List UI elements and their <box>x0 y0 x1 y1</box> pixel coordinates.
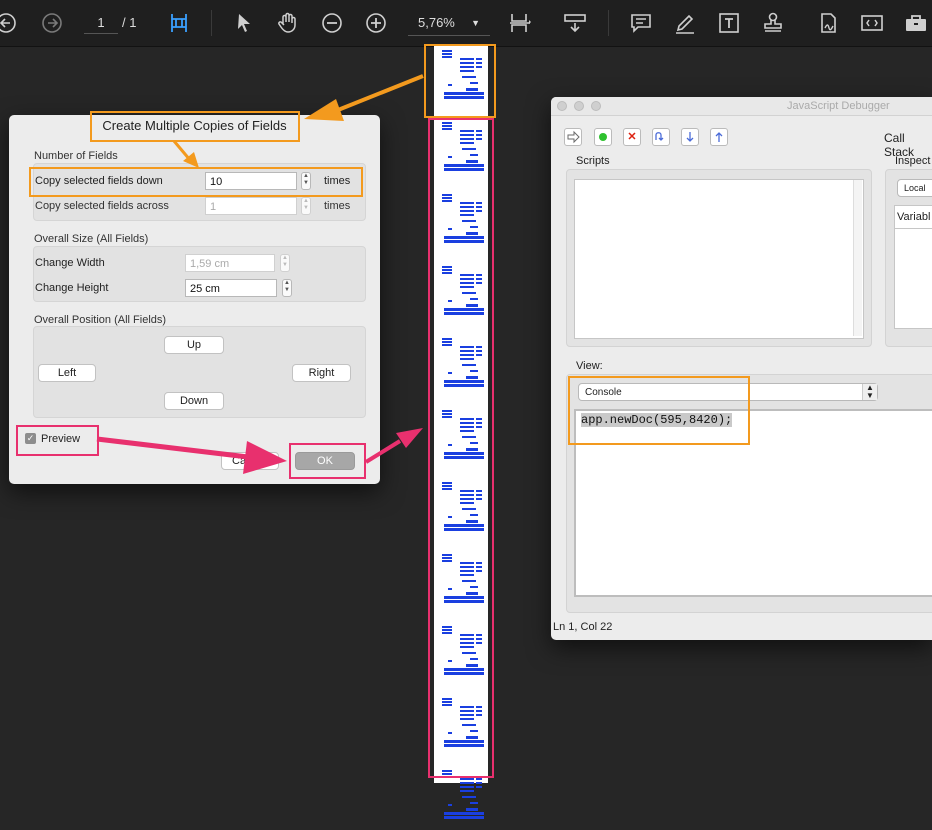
toolbar-divider <box>211 10 212 36</box>
view-label: View: <box>576 360 603 372</box>
scroll-icon[interactable] <box>563 11 587 35</box>
step-over-icon[interactable] <box>652 128 670 146</box>
highlight-icon[interactable] <box>673 11 697 35</box>
dialog-title-highlight <box>90 111 300 142</box>
chevron-down-icon: ▼ <box>471 18 480 28</box>
times-label: times <box>324 200 351 212</box>
cancel-button[interactable]: Ca <box>221 452 279 470</box>
zoom-window-icon[interactable] <box>591 101 601 111</box>
change-width-label: Change Width <box>35 257 105 269</box>
page-number-input[interactable]: 1 <box>84 13 118 34</box>
step-out-icon[interactable] <box>710 128 728 146</box>
page-display-icon[interactable] <box>508 11 532 35</box>
javascript-debugger-window: JavaScript Debugger ✕ Call Stack Scripts… <box>551 97 932 640</box>
stamp-icon[interactable] <box>761 11 785 35</box>
field-mark <box>476 778 482 780</box>
variable-column-header: Variabl <box>897 211 931 223</box>
hand-icon[interactable] <box>276 11 300 35</box>
number-of-fields-label: Number of Fields <box>34 150 118 162</box>
original-field-highlight <box>424 44 496 118</box>
field-mark <box>476 786 482 788</box>
header-divider <box>894 228 932 229</box>
scripts-label: Scripts <box>576 155 610 167</box>
field-mark <box>444 816 484 819</box>
change-height-input[interactable]: 25 cm <box>185 279 277 297</box>
zoom-out-icon[interactable] <box>320 11 344 35</box>
change-width-stepper[interactable]: ▲ ▼ <box>280 254 290 272</box>
page-total: / 1 <box>122 15 137 30</box>
chevron-up-down-icon: ▲ ▼ <box>862 384 877 400</box>
forward-icon[interactable] <box>40 11 64 35</box>
close-window-icon[interactable] <box>557 101 567 111</box>
change-height-stepper[interactable]: ▲ ▼ <box>282 279 292 297</box>
zoom-in-icon[interactable] <box>364 11 388 35</box>
zoom-select[interactable]: 5,76% ▼ <box>408 11 490 36</box>
field-mark <box>460 782 474 784</box>
field-mark <box>460 790 474 792</box>
down-button[interactable]: Down <box>164 392 224 410</box>
text-box-icon[interactable] <box>717 11 741 35</box>
right-button[interactable]: Right <box>292 364 351 382</box>
zoom-value: 5,76% <box>418 15 455 30</box>
field-mark <box>460 786 474 788</box>
variables-table[interactable] <box>894 205 932 329</box>
scripts-scrollbar[interactable] <box>853 180 862 336</box>
fit-page-icon[interactable] <box>167 11 191 35</box>
field-mark <box>444 812 484 815</box>
left-button[interactable]: Left <box>38 364 96 382</box>
scripts-list[interactable] <box>574 179 864 339</box>
copy-across-label: Copy selected fields across <box>35 200 169 212</box>
field-mark <box>448 804 452 806</box>
run-icon[interactable] <box>594 128 612 146</box>
minimize-window-icon[interactable] <box>574 101 584 111</box>
up-button[interactable]: Up <box>164 336 224 354</box>
step-arrow-icon[interactable] <box>564 128 582 146</box>
step-into-icon[interactable] <box>681 128 699 146</box>
console-highlight <box>568 376 750 445</box>
toolbox-icon[interactable] <box>904 11 928 35</box>
cursor-position-status: Ln 1, Col 22 <box>553 621 613 633</box>
overall-size-label: Overall Size (All Fields) <box>34 233 149 245</box>
field-mark <box>462 796 476 798</box>
comment-icon[interactable] <box>629 11 653 35</box>
sign-icon[interactable] <box>816 11 840 35</box>
field-mark <box>460 778 474 780</box>
copy-down-highlight <box>29 167 363 197</box>
ok-highlight <box>289 443 366 479</box>
overall-position-label: Overall Position (All Fields) <box>34 314 167 326</box>
stop-icon[interactable]: ✕ <box>623 128 641 146</box>
back-icon[interactable] <box>0 11 18 35</box>
form-field-icon[interactable] <box>860 11 884 35</box>
copy-across-input[interactable]: 1 <box>205 197 297 215</box>
field-mark <box>466 808 478 811</box>
change-height-label: Change Height <box>35 282 109 294</box>
local-select[interactable]: Local <box>897 179 932 197</box>
preview-highlight <box>16 425 99 456</box>
inspect-label: Inspect <box>895 155 931 167</box>
debugger-title: JavaScript Debugger <box>787 100 890 112</box>
field-mark <box>476 782 482 784</box>
change-width-input[interactable]: 1,59 cm <box>185 254 275 272</box>
debugger-titlebar: JavaScript Debugger <box>551 97 932 116</box>
field-mark <box>470 802 478 804</box>
copy-across-stepper[interactable]: ▲ ▼ <box>301 197 311 215</box>
toolbar-divider <box>608 10 609 36</box>
select-arrow-icon[interactable] <box>232 11 256 35</box>
copied-fields-highlight <box>428 118 494 778</box>
